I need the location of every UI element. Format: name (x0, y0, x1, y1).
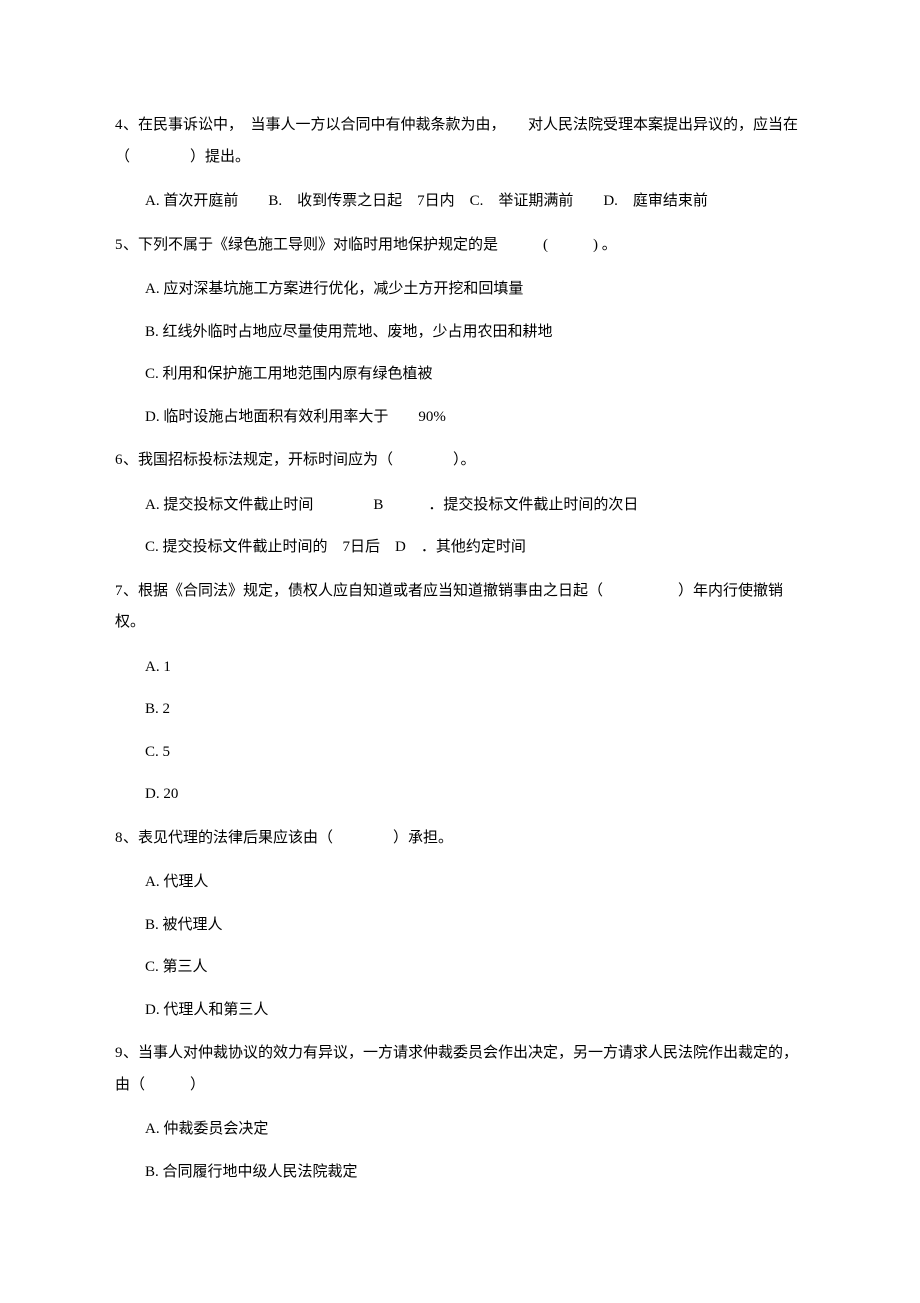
question-6: 6、我国招标投标法规定，开标时间应为（ ）。 A. 提交投标文件截止时间 B ．… (115, 445, 805, 562)
option-a: A. 代理人 (145, 868, 805, 897)
question-7: 7、根据《合同法》规定，债权人应自知道或者应当知道撤销事由之日起（ ）年内行使撤… (115, 576, 805, 809)
option-c: C. 利用和保护施工用地范围内原有绿色植被 (145, 360, 805, 389)
question-body: 、在民事诉讼中， 当事人一方以合同中有仲裁条款为由， 对人民法院受理本案提出异议… (115, 117, 798, 165)
question-options-inline: A. 首次开庭前 B. 收到传票之日起 7日内 C. 举证期满前 D. 庭审结束… (115, 187, 805, 216)
option-b: B. 2 (145, 695, 805, 724)
question-number: 5 (115, 237, 123, 253)
question-5: 5、下列不属于《绿色施工导则》对临时用地保护规定的是 ( ) 。 A. 应对深基… (115, 230, 805, 432)
question-4: 4、在民事诉讼中， 当事人一方以合同中有仲裁条款为由， 对人民法院受理本案提出异… (115, 110, 805, 216)
question-text: 6、我国招标投标法规定，开标时间应为（ ）。 (115, 445, 805, 477)
question-number: 8 (115, 830, 123, 846)
option-a: A. 应对深基坑施工方案进行优化，减少土方开挖和回填量 (145, 275, 805, 304)
question-text: 7、根据《合同法》规定，债权人应自知道或者应当知道撤销事由之日起（ ）年内行使撤… (115, 576, 805, 639)
option-b: B. 被代理人 (145, 911, 805, 940)
question-number: 7 (115, 583, 123, 599)
question-body: 、下列不属于《绿色施工导则》对临时用地保护规定的是 ( ) 。 (123, 237, 617, 253)
option-d: D. 代理人和第三人 (145, 996, 805, 1025)
question-body: 、我国招标投标法规定，开标时间应为（ ）。 (123, 452, 476, 468)
question-body: 、表见代理的法律后果应该由（ ）承担。 (123, 830, 453, 846)
question-number: 6 (115, 452, 123, 468)
question-options: A. 仲裁委员会决定 B. 合同履行地中级人民法院裁定 (115, 1115, 805, 1186)
option-a: A. 1 (145, 653, 805, 682)
question-9: 9、当事人对仲裁协议的效力有异议，一方请求仲裁委员会作出决定，另一方请求人民法院… (115, 1038, 805, 1186)
question-number: 4 (115, 117, 123, 133)
option-line: A. 首次开庭前 B. 收到传票之日起 7日内 C. 举证期满前 D. 庭审结束… (145, 193, 708, 209)
question-body: 、当事人对仲裁协议的效力有异议，一方请求仲裁委员会作出决定，另一方请求人民法院作… (115, 1045, 798, 1093)
question-number: 9 (115, 1045, 123, 1061)
option-d: D. 20 (145, 780, 805, 809)
question-text: 8、表见代理的法律后果应该由（ ）承担。 (115, 823, 805, 855)
question-options: A. 1 B. 2 C. 5 D. 20 (115, 653, 805, 809)
option-d: D. 临时设施占地面积有效利用率大于 90% (145, 403, 805, 432)
option-c: C. 5 (145, 738, 805, 767)
question-options: A. 提交投标文件截止时间 B ．提交投标文件截止时间的次日 C. 提交投标文件… (115, 491, 805, 562)
question-8: 8、表见代理的法律后果应该由（ ）承担。 A. 代理人 B. 被代理人 C. 第… (115, 823, 805, 1025)
option-b: B. 红线外临时占地应尽量使用荒地、废地，少占用农田和耕地 (145, 318, 805, 347)
question-options: A. 代理人 B. 被代理人 C. 第三人 D. 代理人和第三人 (115, 868, 805, 1024)
question-text: 5、下列不属于《绿色施工导则》对临时用地保护规定的是 ( ) 。 (115, 230, 805, 262)
option-c: C. 第三人 (145, 953, 805, 982)
question-text: 4、在民事诉讼中， 当事人一方以合同中有仲裁条款为由， 对人民法院受理本案提出异… (115, 110, 805, 173)
question-options: A. 应对深基坑施工方案进行优化，减少土方开挖和回填量 B. 红线外临时占地应尽… (115, 275, 805, 431)
question-body: 、根据《合同法》规定，债权人应自知道或者应当知道撤销事由之日起（ ）年内行使撤销… (115, 583, 783, 631)
option-b: B. 合同履行地中级人民法院裁定 (145, 1158, 805, 1187)
option-row-1: A. 提交投标文件截止时间 B ．提交投标文件截止时间的次日 (145, 491, 805, 520)
option-row-2: C. 提交投标文件截止时间的 7日后 D ．其他约定时间 (145, 533, 805, 562)
question-text: 9、当事人对仲裁协议的效力有异议，一方请求仲裁委员会作出决定，另一方请求人民法院… (115, 1038, 805, 1101)
option-a: A. 仲裁委员会决定 (145, 1115, 805, 1144)
